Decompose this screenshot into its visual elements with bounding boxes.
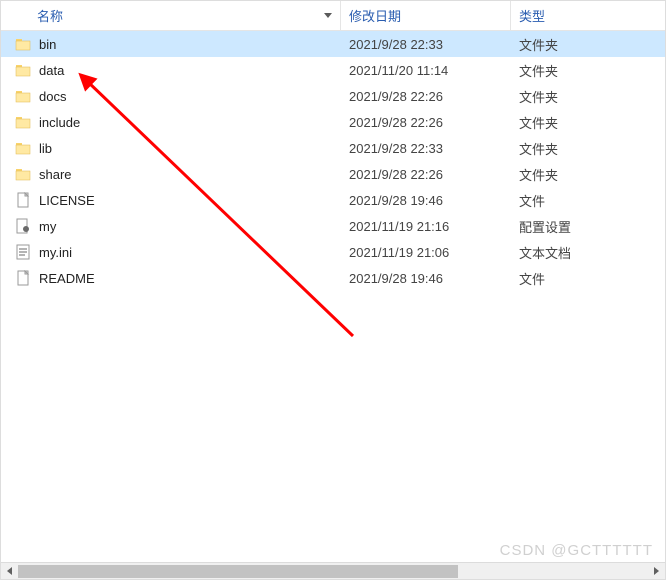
scroll-left-button[interactable] [1,563,18,580]
file-type: 文件夹 [519,113,558,132]
file-row[interactable]: bin 2021/9/28 22:33 文件夹 [1,31,665,57]
file-name: my.ini [39,245,72,260]
file-type: 文本文档 [519,243,571,262]
file-name: lib [39,141,52,156]
scroll-track[interactable] [18,563,648,579]
horizontal-scrollbar[interactable] [1,562,665,579]
column-header-name-label: 名称 [37,6,63,25]
file-type: 文件夹 [519,139,558,158]
file-date: 2021/9/28 22:33 [349,141,443,156]
folder-icon [15,140,31,156]
column-header-date-label: 修改日期 [349,6,401,25]
file-name: my [39,219,56,234]
triangle-right-icon [654,567,659,575]
chevron-down-icon[interactable] [324,13,332,18]
file-name: README [39,271,95,286]
file-row[interactable]: LICENSE 2021/9/28 19:46 文件 [1,187,665,213]
config-file-icon [15,218,31,234]
file-name: share [39,167,72,182]
column-header-name[interactable]: 名称 [1,1,341,30]
file-row[interactable]: my.ini 2021/11/19 21:06 文本文档 [1,239,665,265]
file-name: bin [39,37,56,52]
column-header-row: 名称 修改日期 类型 [1,1,665,31]
scroll-right-button[interactable] [648,563,665,580]
file-date: 2021/9/28 22:26 [349,89,443,104]
file-date: 2021/9/28 19:46 [349,271,443,286]
triangle-left-icon [7,567,12,575]
file-row[interactable]: README 2021/9/28 19:46 文件 [1,265,665,291]
file-row[interactable]: include 2021/9/28 22:26 文件夹 [1,109,665,135]
file-type: 文件夹 [519,35,558,54]
file-icon [15,192,31,208]
file-name: LICENSE [39,193,95,208]
file-row[interactable]: data 2021/11/20 11:14 文件夹 [1,57,665,83]
watermark: CSDN @GCTTTTTT [500,542,653,559]
file-type: 文件 [519,191,545,210]
file-date: 2021/11/19 21:16 [349,219,449,234]
file-date: 2021/11/20 11:14 [349,63,448,78]
file-type: 文件夹 [519,87,558,106]
folder-icon [15,114,31,130]
folder-icon [15,166,31,182]
file-date: 2021/9/28 22:33 [349,37,443,52]
file-type: 配置设置 [519,217,571,236]
file-row[interactable]: lib 2021/9/28 22:33 文件夹 [1,135,665,161]
file-type: 文件夹 [519,165,558,184]
file-row[interactable]: share 2021/9/28 22:26 文件夹 [1,161,665,187]
scroll-thumb[interactable] [18,565,458,578]
file-date: 2021/9/28 19:46 [349,193,443,208]
file-name: data [39,63,64,78]
folder-icon [15,62,31,78]
folder-icon [15,88,31,104]
column-header-type[interactable]: 类型 [511,1,665,30]
file-date: 2021/9/28 22:26 [349,167,443,182]
file-date: 2021/11/19 21:06 [349,245,449,260]
file-name: docs [39,89,66,104]
text-file-icon [15,244,31,260]
file-row[interactable]: my 2021/11/19 21:16 配置设置 [1,213,665,239]
file-type: 文件夹 [519,61,558,80]
file-date: 2021/9/28 22:26 [349,115,443,130]
file-name: include [39,115,80,130]
folder-icon [15,36,31,52]
file-row[interactable]: docs 2021/9/28 22:26 文件夹 [1,83,665,109]
file-list: bin 2021/9/28 22:33 文件夹 data 2021/11/20 11:1… [1,31,665,291]
column-header-date[interactable]: 修改日期 [341,1,511,30]
file-type: 文件 [519,269,545,288]
column-header-type-label: 类型 [519,6,545,25]
file-icon [15,270,31,286]
